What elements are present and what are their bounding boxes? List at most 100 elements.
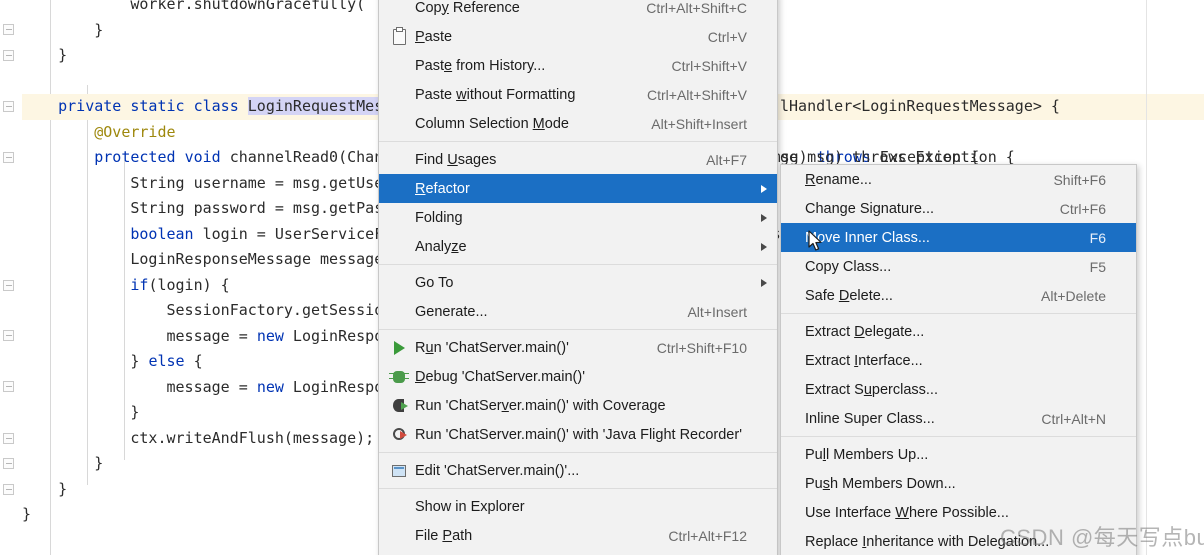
csdn-watermark: CSDN @每天写点bug (1000, 525, 1204, 550)
chevron-right-icon (761, 213, 767, 222)
menu-item-find-usages[interactable]: Find Usages Alt+F7 (379, 145, 777, 174)
menu-item-inline-super-class[interactable]: Inline Super Class... Ctrl+Alt+N (781, 404, 1136, 433)
menu-item-label: Pull Members Up... (805, 446, 929, 463)
menu-item-icon-slot (387, 209, 411, 227)
menu-item-paste-without-formatting[interactable]: Paste without Formatting Ctrl+Alt+Shift+V (379, 80, 777, 109)
menu-item-label: Copy Reference (415, 0, 520, 16)
code-token: new (256, 377, 284, 396)
menu-item-icon-slot (387, 0, 411, 17)
menu-item-push-members-down[interactable]: Push Members Down... (781, 469, 1136, 498)
menu-item-shortcut: Alt+Delete (1041, 287, 1106, 304)
menu-item-run-chatservermain[interactable]: Run 'ChatServer.main()' Ctrl+Shift+F10 (379, 333, 777, 362)
menu-item-shortcut: Shift+F6 (1053, 171, 1106, 188)
menu-item-icon-slot (387, 303, 411, 321)
code-token: { (184, 352, 203, 370)
menu-item-label: Change Signature... (805, 200, 934, 217)
menu-item-shortcut: F6 (1089, 229, 1106, 246)
menu-item-icon-slot (387, 238, 411, 256)
menu-item-run-chatservermain-with-java-flight-recorder[interactable]: Run 'ChatServer.main()' with 'Java Fligh… (379, 420, 777, 449)
menu-item-extract-interface[interactable]: Extract Interface... (781, 346, 1136, 375)
menu-item-label: Edit 'ChatServer.main()'... (415, 462, 580, 479)
menu-item-file-path[interactable]: File Path Ctrl+Alt+F12 (379, 521, 777, 550)
menu-separator (781, 436, 1136, 437)
coverage-icon-glyph (392, 399, 408, 412)
coverage-icon (387, 397, 411, 415)
menu-item-change-signature[interactable]: Change Signature... Ctrl+F6 (781, 194, 1136, 223)
run-icon (387, 339, 411, 357)
menu-item-label: Analyze (415, 238, 467, 255)
menu-item-analyze[interactable]: Analyze (379, 232, 777, 261)
menu-item-shortcut: Alt+Insert (687, 303, 747, 320)
menu-item-label: Find Usages (415, 151, 497, 168)
menu-item-copy-reference[interactable]: Copy Reference Ctrl+Alt+Shift+C (379, 0, 777, 22)
menu-separator (379, 452, 777, 453)
code-token: } (22, 454, 104, 472)
code-token: message = (22, 326, 257, 345)
menu-item-edit-chatservermain[interactable]: Edit 'ChatServer.main()'... (379, 456, 777, 485)
menu-item-label: Run 'ChatServer.main()' with Coverage (415, 397, 666, 414)
code-token: (login) { (148, 275, 230, 294)
menu-separator (379, 264, 777, 265)
jfr-icon-glyph (392, 428, 407, 441)
menu-item-label: Paste from History... (415, 57, 546, 74)
code-token: } (22, 20, 104, 39)
menu-item-copy-class[interactable]: Copy Class... F5 (781, 252, 1136, 281)
menu-item-label: Extract Interface... (805, 352, 923, 369)
menu-item-generate[interactable]: Generate... Alt+Insert (379, 297, 777, 326)
code-token: } (22, 352, 149, 370)
editor-context-menu[interactable]: Copy Reference Ctrl+Alt+Shift+C Paste Ctrl+… (378, 0, 778, 555)
menu-item-label: Refactor (415, 180, 470, 197)
refactor-submenu[interactable]: Rename... Shift+F6 Change Signature... Ctrl… (780, 164, 1137, 555)
code-token: else (148, 352, 185, 370)
code-token: @Override (94, 122, 176, 141)
code-token: message = (22, 377, 257, 396)
menu-item-debug-chatservermain[interactable]: Debug 'ChatServer.main()' (379, 362, 777, 391)
menu-item-show-in-explorer[interactable]: Show in Explorer (379, 492, 777, 521)
debug-icon (387, 368, 411, 386)
menu-item-paste[interactable]: Paste Ctrl+V (379, 22, 777, 51)
menu-item-refactor[interactable]: Refactor (379, 174, 777, 203)
code-token: } (22, 403, 140, 421)
menu-item-run-chatservermain-with-coverage[interactable]: Run 'ChatServer.main()' with Coverage (379, 391, 777, 420)
menu-item-rename[interactable]: Rename... Shift+F6 (781, 165, 1136, 194)
menu-item-paste-from-history[interactable]: Paste from History... Ctrl+Shift+V (379, 51, 777, 80)
menu-item-shortcut: Alt+F7 (706, 151, 747, 168)
menu-item-column-selection-mode[interactable]: Column Selection Mode Alt+Shift+Insert (379, 109, 777, 138)
code-token: protected (94, 148, 176, 166)
menu-item-label: Generate... (415, 303, 488, 320)
menu-item-label: Go To (415, 274, 454, 291)
menu-item-pull-members-up[interactable]: Pull Members Up... (781, 440, 1136, 469)
run-icon-glyph (393, 340, 405, 355)
menu-item-open-in-terminal[interactable]: Open in Terminal (379, 550, 777, 555)
menu-item-move-inner-class[interactable]: Move Inner Class... F6 (781, 223, 1136, 252)
menu-item-safe-delete[interactable]: Safe Delete... Alt+Delete (781, 281, 1136, 310)
code-token: } (22, 46, 68, 64)
menu-item-label: Folding (415, 209, 463, 226)
menu-item-label: Column Selection Mode (415, 115, 569, 132)
code-token: static (130, 97, 185, 115)
menu-separator (379, 488, 777, 489)
menu-item-folding[interactable]: Folding (379, 203, 777, 232)
code-token: } (22, 505, 32, 523)
menu-item-shortcut: Ctrl+F6 (1059, 200, 1106, 217)
menu-separator (379, 141, 777, 142)
menu-separator (781, 313, 1136, 314)
ide-screenshot: worker.shutdownGracefully( } } private s… (0, 0, 1204, 555)
chevron-right-icon (761, 278, 767, 287)
code-token: LoginResponseMessage message; (22, 250, 393, 268)
menu-item-extract-superclass[interactable]: Extract Superclass... (781, 375, 1136, 404)
code-token: private (58, 97, 122, 115)
menu-item-label: Show in Explorer (415, 498, 525, 515)
edit-run-config-icon-glyph (392, 464, 406, 477)
menu-item-extract-delegate[interactable]: Extract Delegate... (781, 317, 1136, 346)
menu-item-go-to[interactable]: Go To (379, 268, 777, 297)
edit-run-config-icon (387, 462, 411, 480)
